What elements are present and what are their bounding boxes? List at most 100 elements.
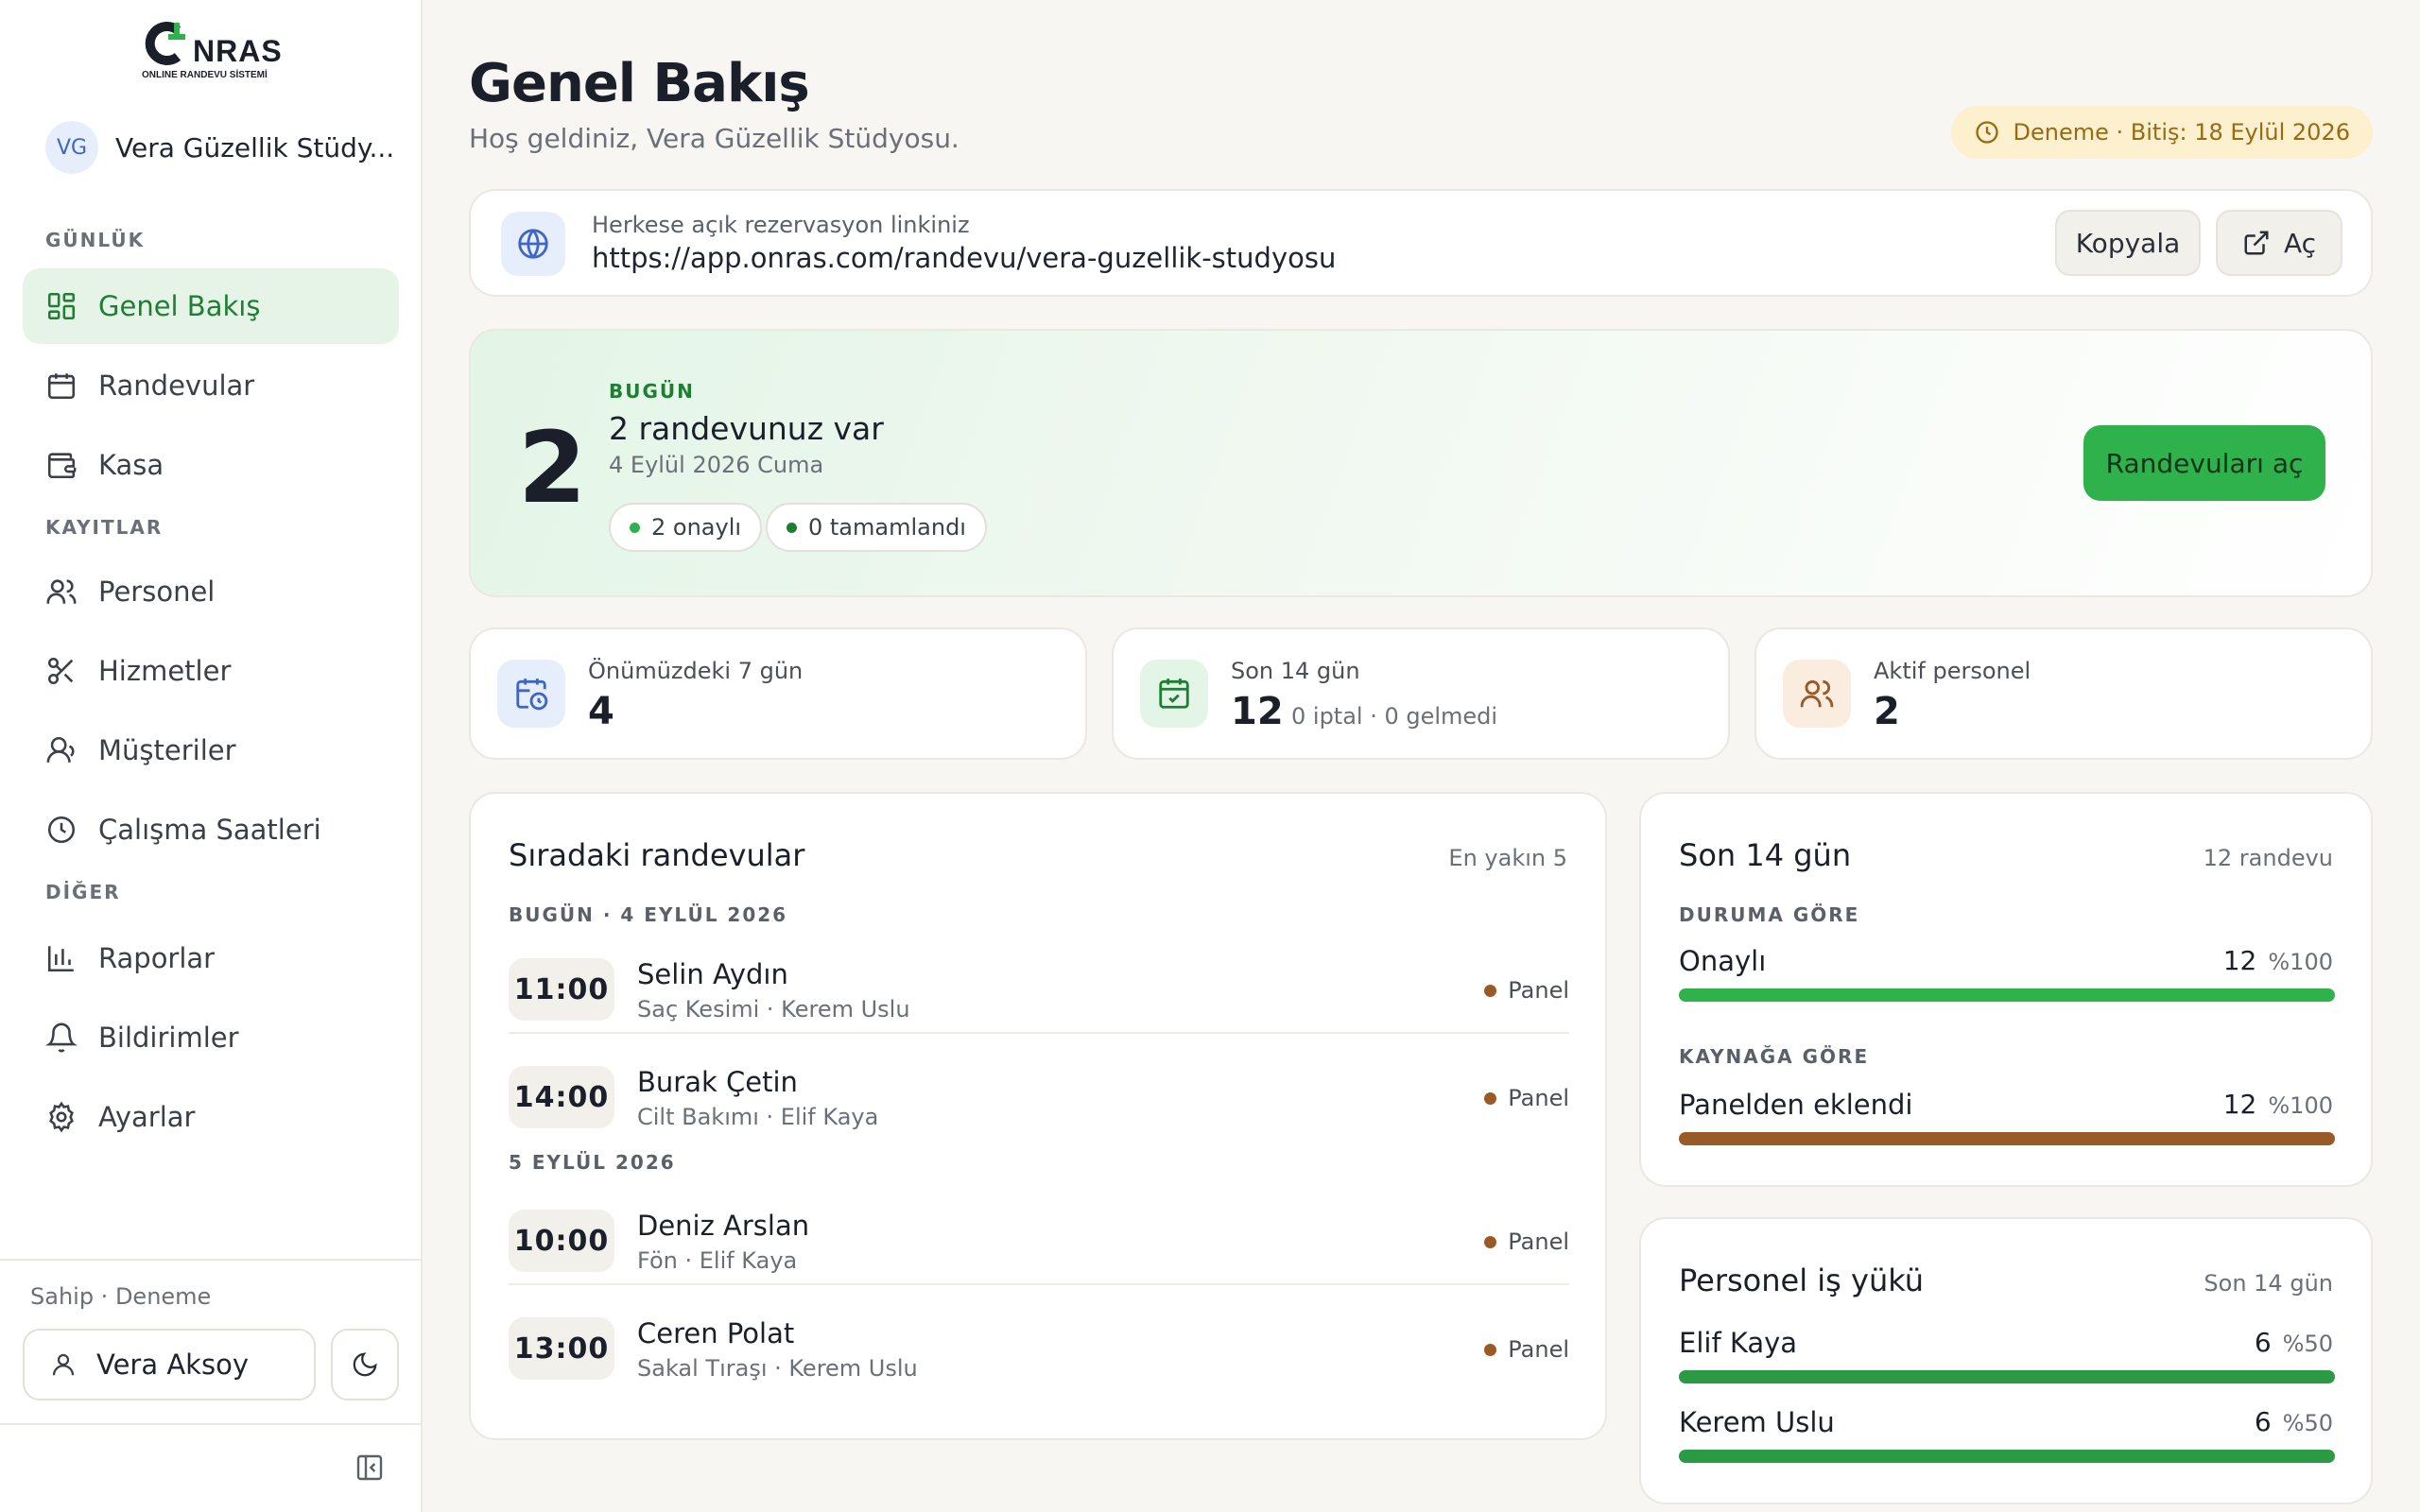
appointment-customer: Selin Aydın: [637, 958, 788, 990]
today-date: 4 Eylül 2026 Cuma: [609, 452, 824, 478]
sidebar-item-label: Müşteriler: [98, 734, 236, 766]
sidebar-item-appointments[interactable]: Randevular: [23, 348, 399, 423]
copy-link-button[interactable]: Kopyala: [2055, 210, 2201, 276]
trial-badge[interactable]: Deneme · Bitiş: 18 Eylül 2026: [1950, 106, 2373, 159]
sidebar-item-overview[interactable]: Genel Bakış: [23, 268, 399, 344]
appointment-row[interactable]: 10:00 Deniz Arslan Fön · Elif Kaya Panel: [509, 1200, 1569, 1285]
workspace-switcher[interactable]: VG Vera Güzellik Stüdy...: [45, 121, 394, 174]
card-title: Sıradaki randevular: [509, 837, 805, 873]
completed-text: 0 tamamlandı: [808, 514, 966, 541]
stat-card-next-7-days: Önümüzdeki 7 gün 4: [469, 627, 1087, 760]
stat-label: Aktif personel: [1874, 658, 2031, 684]
sidebar-item-cash[interactable]: Kasa: [23, 427, 399, 503]
source-text: Panel: [1508, 1336, 1569, 1363]
sidebar-item-staff[interactable]: Personel: [23, 554, 399, 629]
bar-chart-icon: [47, 946, 74, 972]
copy-label: Kopyala: [2075, 227, 2181, 259]
users-icon: [46, 579, 77, 604]
logo-wordmark: NRAS: [193, 34, 283, 68]
group-label: KAYNAĞA GÖRE: [1679, 1045, 1870, 1068]
stat-value: 2: [1874, 690, 1900, 733]
workload-bar-fill: [1679, 1450, 2335, 1463]
wallet-icon: [47, 453, 77, 479]
sidebar-item-settings[interactable]: Ayarlar: [23, 1079, 399, 1155]
source-dot: [1484, 1343, 1497, 1356]
theme-toggle-button[interactable]: [331, 1329, 399, 1400]
bar-count: 12: [2222, 945, 2257, 976]
bar-percent: %50: [2282, 1331, 2333, 1357]
sidebar-collapse-button[interactable]: [352, 1450, 388, 1486]
open-link-button[interactable]: Aç: [2216, 210, 2342, 276]
confirmed-pill: 2 onaylı: [609, 503, 763, 552]
today-eyebrow: BUGÜN: [609, 380, 695, 403]
user-menu-button[interactable]: Vera Aksoy: [23, 1329, 316, 1400]
clock-icon: [1975, 121, 1998, 144]
bar-value: 6 %50: [2255, 1406, 2333, 1437]
sidebar-item-label: Hizmetler: [98, 655, 232, 687]
nav-section-other: DİĞER: [45, 881, 121, 903]
open-label: Aç: [2283, 227, 2317, 259]
sidebar-item-customers[interactable]: Müşteriler: [23, 713, 399, 788]
appointment-time: 10:00: [509, 1210, 614, 1272]
bar-value: 12 %100: [2223, 1089, 2333, 1120]
clock-icon: [47, 816, 76, 844]
stat-extra: 0 iptal · 0 gelmedi: [1291, 703, 1498, 730]
user-role: Sahip · Deneme: [30, 1283, 212, 1310]
sidebar-item-notifications[interactable]: Bildirimler: [23, 1000, 399, 1075]
calendar-icon: [47, 373, 76, 400]
group-label: BUGÜN · 4 EYLÜL 2026: [509, 903, 788, 926]
sidebar-item-services[interactable]: Hizmetler: [23, 633, 399, 709]
open-appointments-button[interactable]: Randevuları aç: [2083, 425, 2325, 501]
stat-label: Önümüzdeki 7 gün: [588, 658, 804, 684]
sidebar-item-label: Randevular: [98, 369, 255, 402]
source-text: Panel: [1508, 977, 1569, 1004]
appointment-row[interactable]: 13:00 Ceren Polat Sakal Tıraşı · Kerem U…: [509, 1308, 1569, 1393]
scissors-icon: [47, 657, 74, 685]
brand-logo[interactable]: NRAS ONLINE RANDEVU SİSTEMİ: [140, 21, 282, 83]
card-title: Son 14 gün: [1679, 837, 1852, 873]
today-count: 2: [518, 410, 587, 525]
sidebar-item-reports[interactable]: Raporlar: [23, 920, 399, 996]
source-text: Panel: [1508, 1085, 1569, 1111]
bar-label: Onaylı: [1679, 945, 1767, 977]
trial-text: Deneme · Bitiş: 18 Eylül 2026: [2013, 119, 2350, 146]
bar-label: Panelden eklendi: [1679, 1089, 1913, 1121]
appointment-row[interactable]: 11:00 Selin Aydın Saç Kesimi · Kerem Usl…: [509, 949, 1569, 1034]
bar-track: [1679, 1132, 2335, 1145]
customers-icon: [46, 736, 75, 763]
calendar-check-icon: [1159, 679, 1189, 709]
booking-link-url[interactable]: https://app.onras.com/randevu/vera-guzel…: [592, 242, 1336, 274]
stat-card-last-14-days: Son 14 gün 12 0 iptal · 0 gelmedi: [1112, 627, 1730, 760]
sidebar-item-label: Kasa: [98, 449, 164, 481]
stat-icon-wrap: [1783, 660, 1851, 728]
panel-collapse-icon: [356, 1454, 383, 1481]
bar-label: Elif Kaya: [1679, 1327, 1798, 1359]
bell-icon: [45, 1022, 78, 1053]
source-bar-fill: [1679, 1132, 2335, 1145]
sidebar-item-label: Çalışma Saatleri: [98, 814, 321, 846]
appointment-time: 11:00: [509, 958, 614, 1021]
appointment-time: 13:00: [509, 1317, 614, 1380]
stat-icon-wrap: [1140, 660, 1208, 728]
appointment-row[interactable]: 14:00 Burak Çetin Cilt Bakımı · Elif Kay…: [509, 1057, 1569, 1142]
sidebar: NRAS ONLINE RANDEVU SİSTEMİ VG Vera Güze…: [0, 0, 423, 1512]
source-dot: [1484, 1235, 1497, 1248]
card-meta: Son 14 gün: [2204, 1270, 2333, 1297]
bar-value: 6 %50: [2255, 1327, 2333, 1358]
sidebar-item-working-hours[interactable]: Çalışma Saatleri: [23, 792, 399, 868]
sidebar-footer-divider: [0, 1259, 421, 1261]
source-dot: [1484, 984, 1497, 997]
user-icon: [52, 1353, 75, 1376]
dashboard-icon: [47, 292, 76, 320]
globe-icon-wrap: [501, 212, 565, 276]
appointment-customer: Deniz Arslan: [637, 1210, 810, 1242]
stat-value: 4: [588, 690, 614, 733]
bar-count: 12: [2222, 1089, 2257, 1120]
appointment-source: Panel: [1484, 1228, 1569, 1255]
sidebar-item-label: Ayarlar: [98, 1101, 196, 1133]
page-subtitle: Hoş geldiniz, Vera Güzellik Stüdyosu.: [469, 123, 959, 154]
source-text: Panel: [1508, 1228, 1569, 1255]
stat-value: 12: [1231, 690, 1284, 733]
bar-track: [1679, 988, 2335, 1002]
stat-card-active-staff: Aktif personel 2: [1754, 627, 2373, 760]
